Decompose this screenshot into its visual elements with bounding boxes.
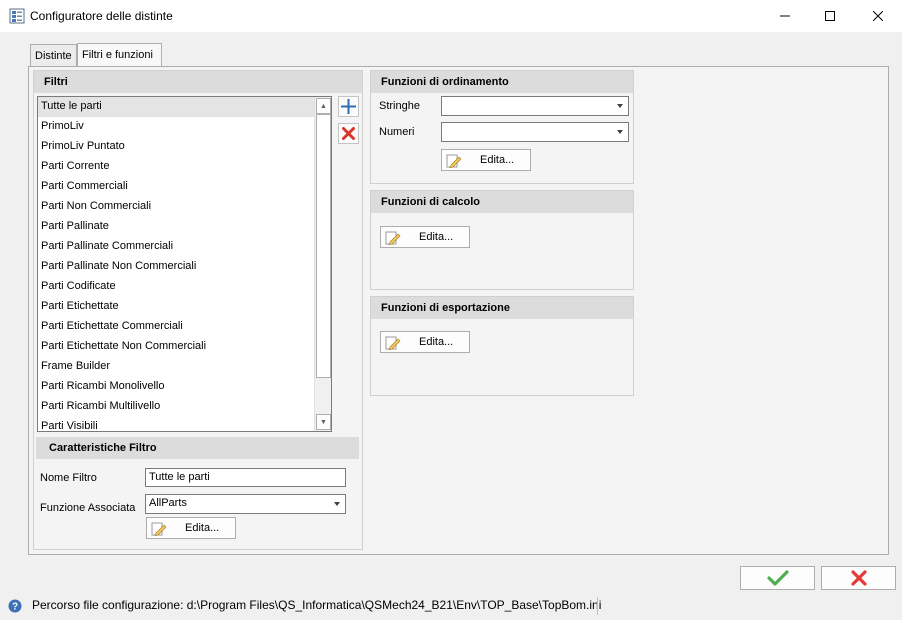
scroll-thumb[interactable] — [316, 114, 331, 378]
filter-list-item[interactable]: Parti Non Commerciali — [38, 197, 315, 217]
ok-button[interactable] — [740, 566, 815, 590]
strings-sort-select[interactable] — [441, 96, 629, 116]
edit-pencil-icon — [385, 231, 401, 245]
associated-function-select[interactable]: AllParts — [145, 494, 346, 514]
filter-list-item[interactable]: Parti Pallinate Commerciali — [38, 237, 315, 257]
associated-function-value: AllParts — [149, 497, 187, 509]
edit-label: Edita... — [419, 231, 454, 243]
scroll-up-icon: ▲ — [320, 102, 327, 110]
export-functions-header: Funzioni di esportazione — [371, 297, 633, 319]
chevron-down-icon — [617, 104, 623, 108]
filter-list-item[interactable]: PrimoLiv Puntato — [38, 137, 315, 157]
edit-pencil-icon — [151, 522, 167, 536]
filter-list-item[interactable]: Parti Corrente — [38, 157, 315, 177]
filter-list-item[interactable]: Parti Commerciali — [38, 177, 315, 197]
filter-list-item[interactable]: Tutte le parti — [38, 97, 315, 117]
minimize-icon — [780, 15, 790, 17]
edit-pencil-icon — [446, 154, 462, 168]
edit-label: Edita... — [480, 154, 515, 166]
edit-sort-button[interactable]: Edita... — [441, 149, 531, 171]
filter-list-item[interactable]: Parti Pallinate — [38, 217, 315, 237]
svg-text:?: ? — [12, 602, 18, 613]
plus-icon — [341, 99, 356, 114]
filter-list-item[interactable]: Parti Visibili — [38, 417, 315, 431]
edit-label: Edita... — [185, 522, 220, 534]
filter-list-item[interactable]: Parti Ricambi Monolivello — [38, 377, 315, 397]
help-icon: ? — [8, 599, 22, 613]
tab-distinte[interactable]: Distinte — [30, 44, 77, 67]
filter-name-label: Nome Filtro — [40, 472, 97, 484]
edit-label: Edita... — [419, 336, 454, 348]
filter-list-item[interactable]: Parti Etichettate Non Commerciali — [38, 337, 315, 357]
filters-scrollbar[interactable]: ▲ ▼ — [314, 97, 331, 431]
edit-filter-function-button[interactable]: Edita... — [146, 517, 236, 539]
checkmark-icon — [766, 570, 789, 586]
cancel-x-icon — [850, 570, 867, 586]
close-icon — [873, 11, 883, 21]
calc-functions-header: Funzioni di calcolo — [371, 191, 633, 213]
delete-x-icon — [342, 127, 355, 140]
close-button[interactable] — [855, 0, 901, 32]
chevron-down-icon — [334, 502, 340, 506]
scroll-down-button[interactable]: ▼ — [316, 414, 331, 430]
sort-functions-header: Funzioni di ordinamento — [371, 71, 633, 93]
add-filter-button[interactable] — [338, 96, 359, 117]
edit-pencil-icon — [385, 336, 401, 350]
filter-list-item[interactable]: Parti Etichettate — [38, 297, 315, 317]
associated-function-label: Funzione Associata — [40, 502, 136, 514]
chevron-down-icon — [617, 130, 623, 134]
filter-list-item[interactable]: Frame Builder — [38, 357, 315, 377]
filter-name-input[interactable]: Tutte le parti — [145, 468, 346, 487]
edit-calc-button[interactable]: Edita... — [380, 226, 470, 248]
filter-list-item[interactable]: Parti Codificate — [38, 277, 315, 297]
window-title: Configuratore delle distinte — [30, 9, 173, 23]
numbers-sort-select[interactable] — [441, 122, 629, 142]
filter-list-item[interactable]: PrimoLiv — [38, 117, 315, 137]
edit-export-button[interactable]: Edita... — [380, 331, 470, 353]
filters-list[interactable]: Tutte le parti PrimoLiv PrimoLiv Puntato Pa… — [37, 96, 332, 432]
config-path-text: Percorso file configurazione: d:\Program… — [32, 598, 602, 612]
numbers-label: Numeri — [379, 126, 415, 138]
minimize-button[interactable] — [762, 0, 808, 32]
filter-list-item[interactable]: Parti Pallinate Non Commerciali — [38, 257, 315, 277]
scroll-up-button[interactable]: ▲ — [316, 98, 331, 114]
filter-list-item[interactable]: Parti Etichettate Commerciali — [38, 317, 315, 337]
scroll-down-icon: ▼ — [320, 418, 327, 426]
status-divider — [597, 597, 598, 615]
tab-filtri-e-funzioni[interactable]: Filtri e funzioni — [77, 43, 162, 68]
strings-label: Stringhe — [379, 100, 420, 112]
maximize-button[interactable] — [807, 0, 853, 32]
app-icon — [9, 8, 25, 24]
maximize-icon — [825, 11, 835, 21]
filter-list-item[interactable]: Parti Ricambi Multilivello — [38, 397, 315, 417]
cancel-button[interactable] — [821, 566, 896, 590]
delete-filter-button[interactable] — [338, 123, 359, 144]
filter-props-header: Caratteristiche Filtro — [36, 437, 359, 459]
filters-header: Filtri — [34, 71, 362, 93]
